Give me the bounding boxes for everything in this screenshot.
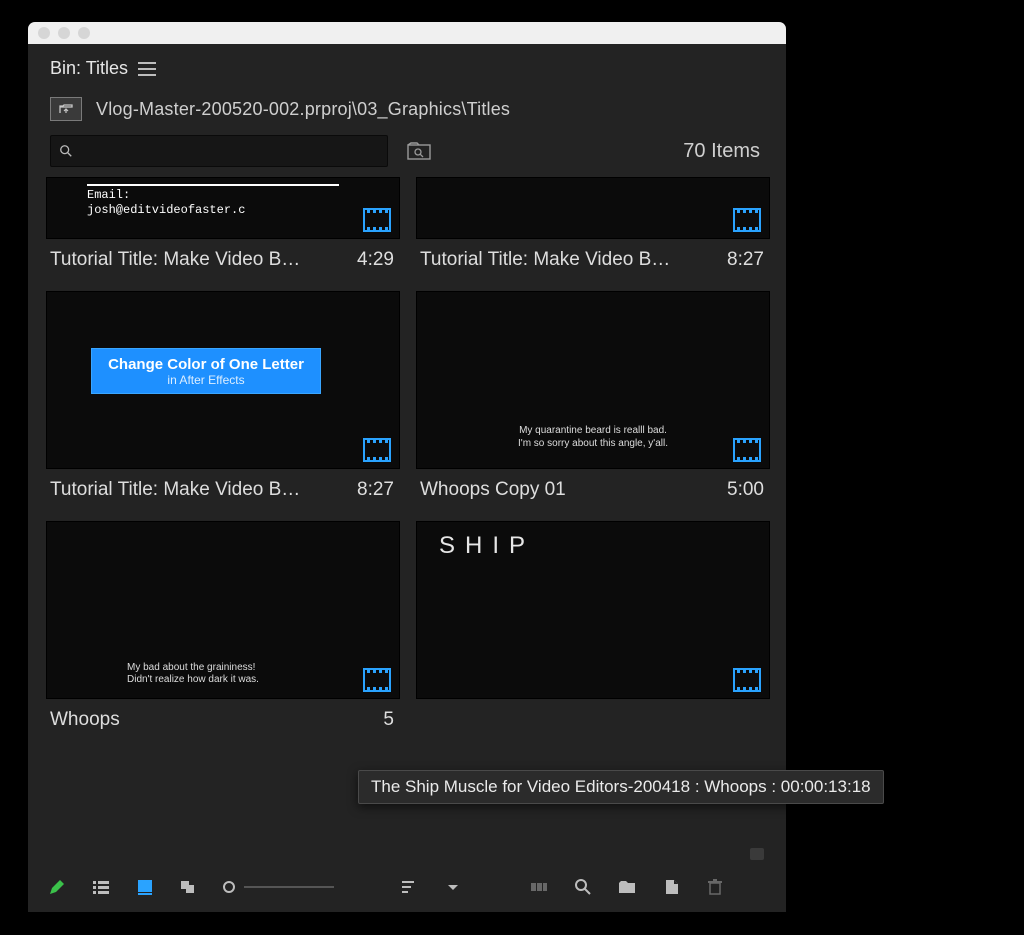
hover-tooltip: The Ship Muscle for Video Editors-200418… [358, 770, 884, 804]
clear-trash-button[interactable] [704, 876, 726, 898]
bin-footer-toolbar [28, 862, 786, 912]
thumb-graphic: My bad about the graininess! Didn't real… [127, 662, 259, 686]
sort-dropdown-icon[interactable] [442, 876, 464, 898]
traffic-close-icon[interactable] [38, 27, 50, 39]
panel-menu-icon[interactable] [138, 62, 156, 76]
bin-up-button[interactable] [50, 97, 82, 121]
title-type-icon [733, 208, 761, 232]
search-input[interactable] [81, 142, 379, 161]
window-titlebar[interactable] [28, 22, 786, 44]
title-type-icon [363, 208, 391, 232]
clip-item[interactable]: My quarantine beard is realll bad. I'm s… [416, 291, 768, 501]
clip-item[interactable]: Email: josh@editvideofaster.c Tutorial T… [46, 177, 398, 271]
clip-duration: 4:29 [357, 249, 394, 271]
thumb-graphic: Email: josh@editvideofaster.c [87, 184, 339, 218]
title-type-icon [363, 668, 391, 692]
sort-button[interactable] [398, 876, 420, 898]
thumbnail-grid: Email: josh@editvideofaster.c Tutorial T… [46, 177, 768, 731]
new-bin-button[interactable] [616, 876, 638, 898]
clip-item[interactable]: Tutorial Title: Make Video B… 8:27 [416, 177, 768, 271]
automate-to-sequence-button[interactable] [528, 876, 550, 898]
search-input-wrap[interactable] [50, 135, 388, 167]
clip-duration: 5:00 [727, 479, 764, 501]
search-icon [59, 144, 73, 158]
freeform-view-button[interactable] [178, 876, 200, 898]
new-item-button[interactable] [660, 876, 682, 898]
icon-view-button[interactable] [134, 876, 156, 898]
thumbnail-zoom-slider[interactable] [222, 880, 334, 894]
clip-item[interactable]: Change Color of One Letter in After Effe… [46, 291, 398, 501]
clip-item[interactable]: SHIP [416, 521, 768, 731]
find-button[interactable] [572, 876, 594, 898]
title-type-icon [733, 438, 761, 462]
clip-name: Whoops [50, 709, 120, 731]
traffic-min-icon[interactable] [58, 27, 70, 39]
zoom-knob-icon [222, 880, 236, 894]
title-type-icon [733, 668, 761, 692]
thumb-graphic: Change Color of One Letter in After Effe… [91, 348, 321, 394]
clip-name: Tutorial Title: Make Video B… [50, 479, 300, 501]
breadcrumb[interactable]: Vlog-Master-200520-002.prproj\03_Graphic… [96, 99, 510, 120]
traffic-max-icon[interactable] [78, 27, 90, 39]
freeform-write-icon[interactable] [46, 876, 68, 898]
panel-tab-title[interactable]: Bin: Titles [50, 58, 128, 79]
clip-duration: 8:27 [727, 249, 764, 271]
clip-duration: 8:27 [357, 479, 394, 501]
thumb-graphic: My quarantine beard is realll bad. I'm s… [417, 424, 769, 450]
clip-item[interactable]: My bad about the graininess! Didn't real… [46, 521, 398, 731]
thumb-graphic: SHIP [439, 532, 535, 560]
new-search-bin-button[interactable] [406, 141, 434, 161]
horizontal-scrollbar[interactable] [46, 846, 768, 862]
list-view-button[interactable] [90, 876, 112, 898]
clip-duration: 5 [383, 709, 394, 731]
clip-name: Whoops Copy 01 [420, 479, 566, 501]
item-count: 70 Items [683, 140, 764, 163]
clip-name: Tutorial Title: Make Video B… [420, 249, 670, 271]
clip-name: Tutorial Title: Make Video B… [50, 249, 300, 271]
title-type-icon [363, 438, 391, 462]
